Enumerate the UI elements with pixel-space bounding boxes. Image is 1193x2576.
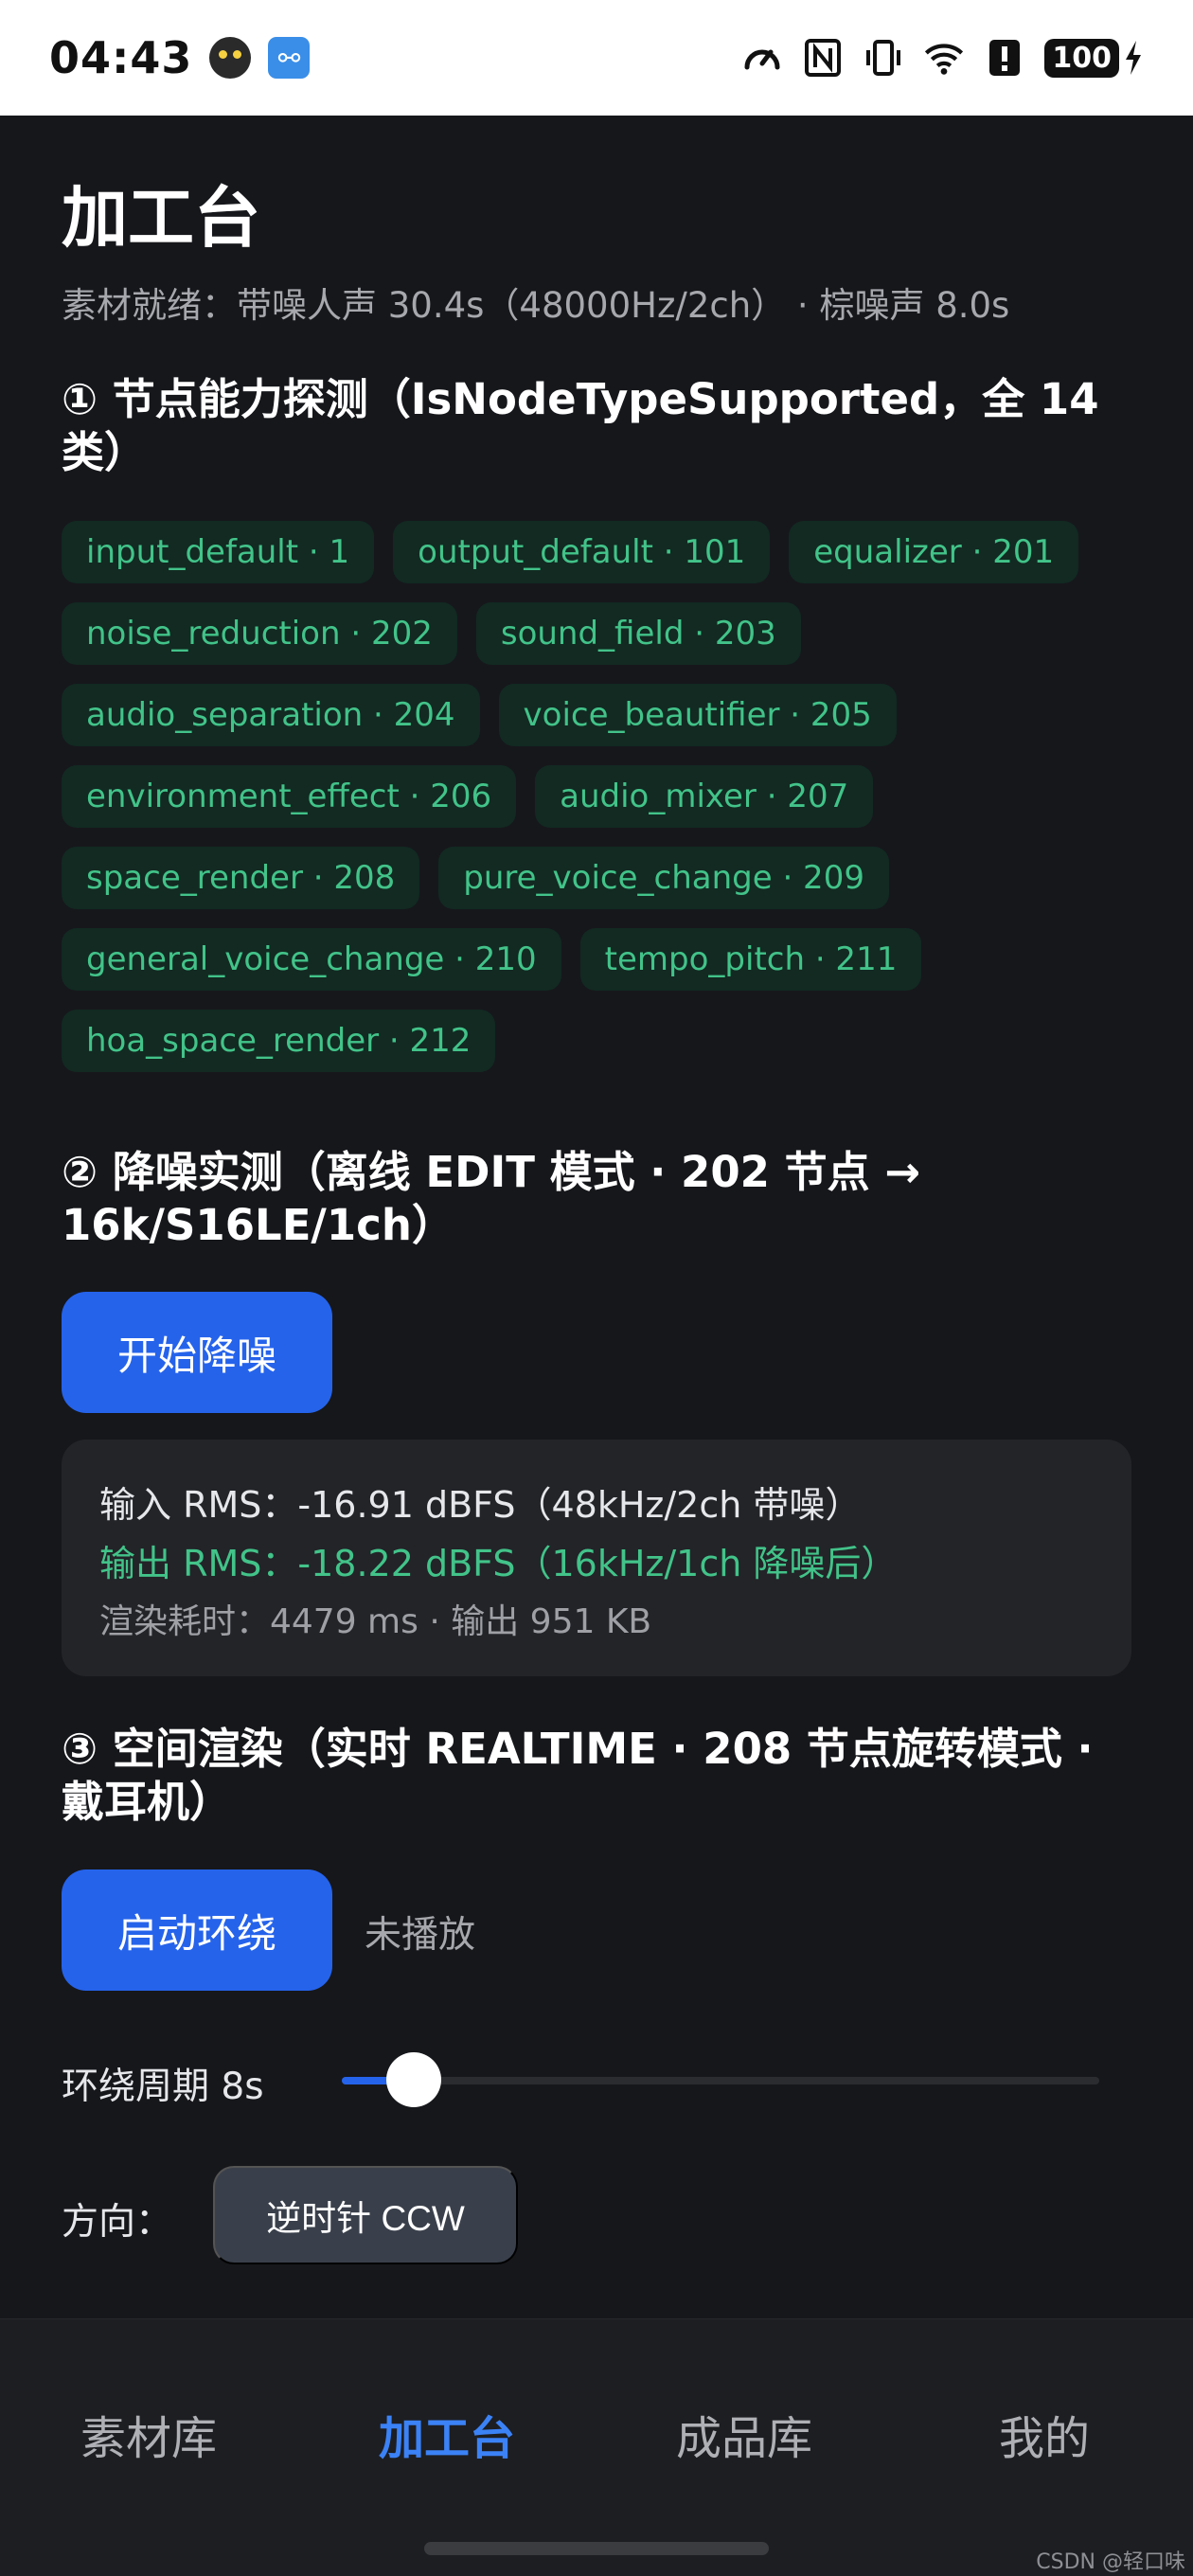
surround-period-label: 环绕周期 8s xyxy=(62,2066,264,2108)
nav-tab-workbench[interactable]: 加工台 xyxy=(379,2401,515,2467)
csdn-watermark: CSDN @轻口味 xyxy=(1036,2550,1185,2574)
direction-toggle-button[interactable]: 逆时针 CCW xyxy=(213,2166,518,2264)
vibrate-icon xyxy=(863,37,904,79)
direction-label: 方向： xyxy=(62,2201,173,2244)
status-bar: 04:43 ⚯ 100 xyxy=(0,0,1193,116)
nav-tab-mine[interactable]: 我的 xyxy=(999,2401,1090,2467)
node-chip: audio_mixer · 207 xyxy=(535,765,874,828)
node-chip: output_default · 101 xyxy=(393,521,771,583)
node-chip: voice_beautifier · 205 xyxy=(498,684,897,746)
node-chip: tempo_pitch · 211 xyxy=(579,928,922,991)
input-rms-text: 输入 RMS：-16.91 dBFS（48kHz/2ch 带噪） xyxy=(99,1484,862,1526)
status-bar-right: 100 xyxy=(741,37,1144,79)
node-chip: sound_field · 203 xyxy=(475,602,801,665)
node-chip: space_render · 208 xyxy=(62,847,420,909)
home-indicator[interactable] xyxy=(424,2542,769,2555)
usb-icon: ⚯ xyxy=(268,37,311,79)
slider-thumb[interactable] xyxy=(386,2052,441,2107)
section-noise-reduction-title: ② 降噪实测（离线 EDIT 模式 · 202 节点 → 16k/S16LE/1… xyxy=(62,1147,921,1250)
node-chip: general_voice_change · 210 xyxy=(62,928,561,991)
status-bar-left: 04:43 ⚯ xyxy=(49,32,311,83)
status-time: 04:43 xyxy=(49,32,193,83)
section-space-render-title: ③ 空间渲染（实时 REALTIME · 208 节点旋转模式 · 戴耳机） xyxy=(62,1724,1094,1827)
output-rms-text: 输出 RMS：-18.22 dBFS（16kHz/1ch 降噪后） xyxy=(99,1543,898,1584)
cat-app-icon xyxy=(209,37,252,79)
node-chip: noise_reduction · 202 xyxy=(62,602,457,665)
battery-indicator: 100 xyxy=(1044,38,1144,78)
start-surround-button[interactable]: 启动环绕 xyxy=(62,1869,332,1991)
wifi-icon xyxy=(923,37,965,79)
start-noise-reduction-button[interactable]: 开始降噪 xyxy=(62,1292,332,1413)
alert-icon xyxy=(984,37,1025,79)
nfc-icon xyxy=(802,37,844,79)
node-chip: hoa_space_render · 212 xyxy=(62,1010,496,1072)
node-capability-chips: input_default · 1 output_default · 101 equ… xyxy=(62,521,1131,1072)
node-chip: environment_effect · 206 xyxy=(62,765,517,828)
section-node-detection-title: ① 节点能力探测（IsNodeTypeSupported，全 14 类） xyxy=(62,374,1099,477)
node-chip: input_default · 1 xyxy=(62,521,375,583)
playback-status: 未播放 xyxy=(365,1914,476,1957)
node-chip: pure_voice_change · 209 xyxy=(438,847,889,909)
speedometer-icon xyxy=(741,37,783,79)
render-meta-text: 渲染耗时：4479 ms · 输出 951 KB xyxy=(99,1602,652,1641)
nav-tab-materials[interactable]: 素材库 xyxy=(80,2401,217,2467)
node-chip: audio_separation · 204 xyxy=(62,684,480,746)
bottom-navigation: 素材库 加工台 成品库 我的 CSDN @轻口味 xyxy=(0,2318,1193,2576)
charging-icon xyxy=(1126,41,1141,75)
battery-level: 100 xyxy=(1044,38,1119,78)
noise-reduction-result-card: 输入 RMS：-16.91 dBFS（48kHz/2ch 带噪） 输出 RMS：… xyxy=(62,1440,1131,1676)
nav-tab-products[interactable]: 成品库 xyxy=(676,2401,812,2467)
material-ready-status: 素材就绪：带噪人声 30.4s（48000Hz/2ch） · 棕噪声 8.0s xyxy=(62,285,1010,326)
node-chip: equalizer · 201 xyxy=(789,521,1079,583)
surround-period-slider[interactable] xyxy=(342,2052,1099,2107)
page-title: 加工台 xyxy=(62,179,260,257)
